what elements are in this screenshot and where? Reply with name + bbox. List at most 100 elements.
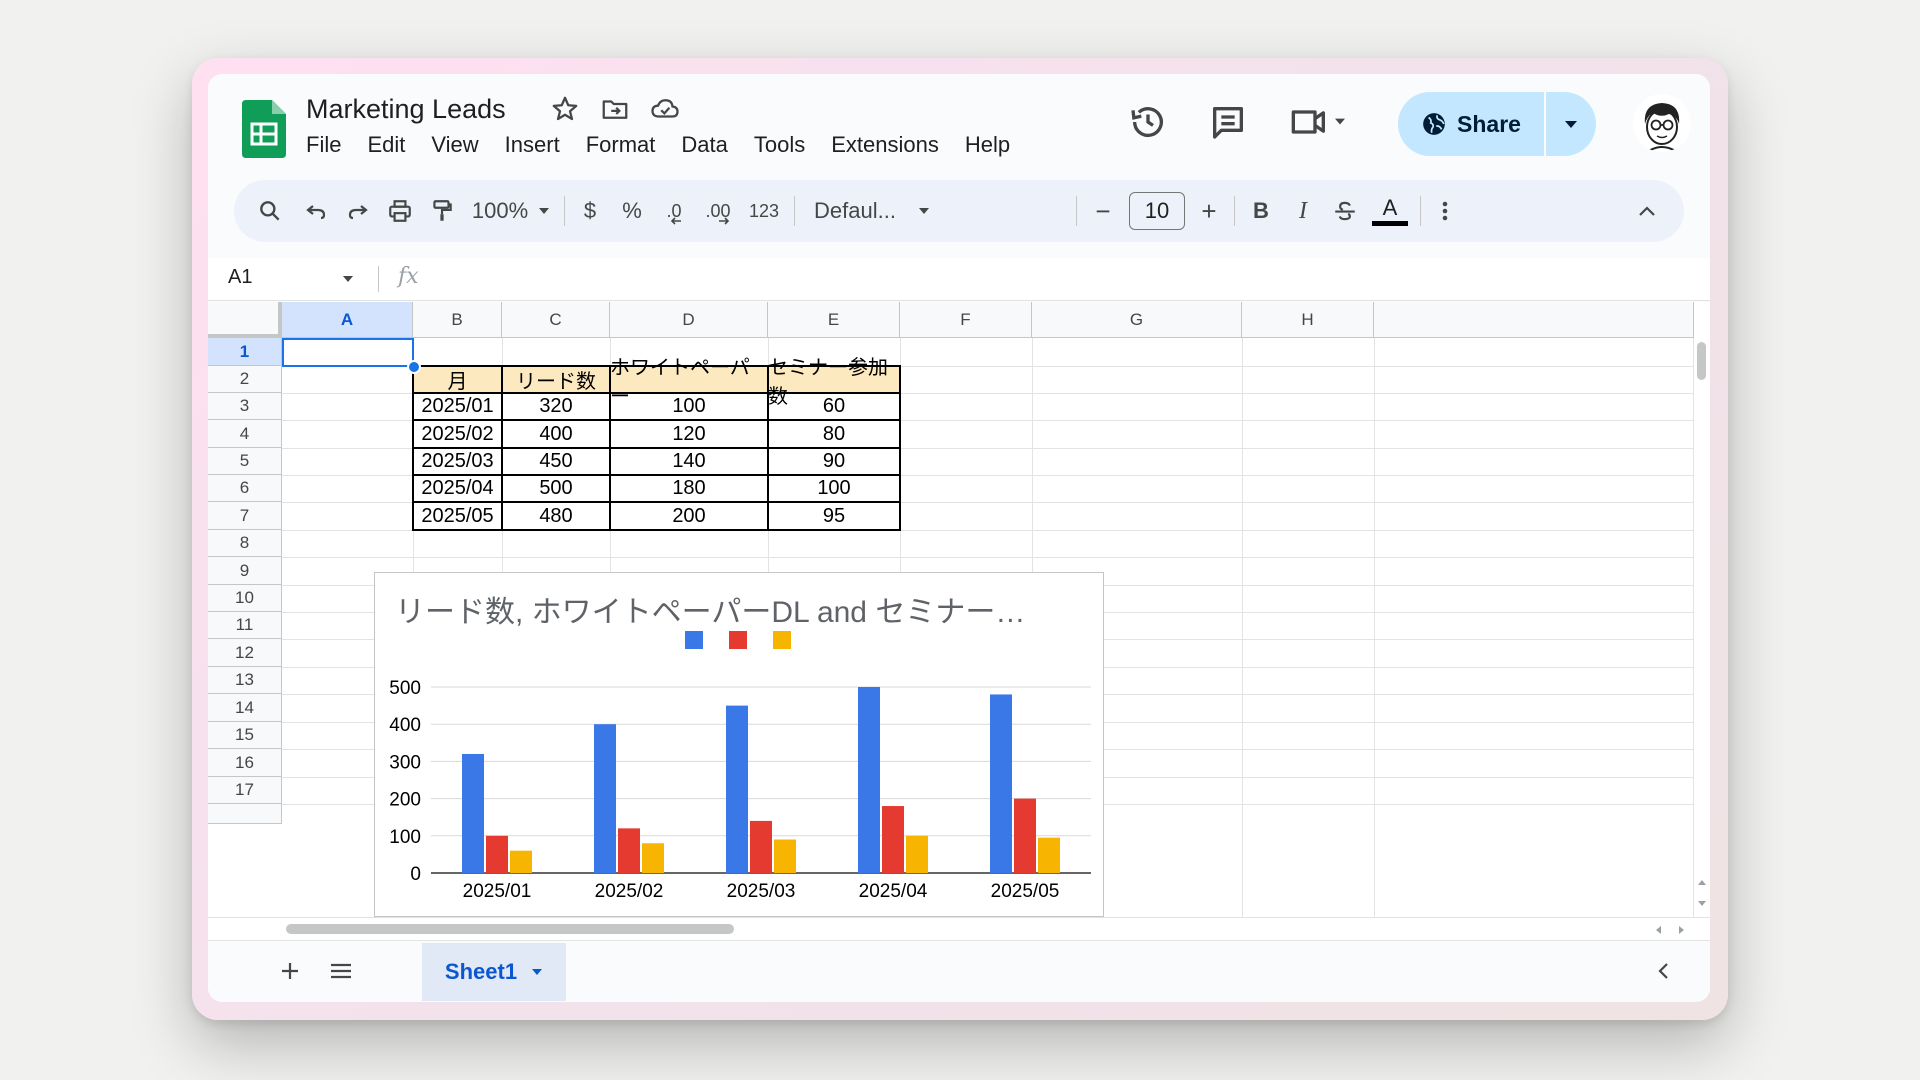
table-cell[interactable]: 90 bbox=[768, 448, 900, 475]
caret-down-icon[interactable] bbox=[342, 275, 354, 283]
table-cell[interactable]: 2025/04 bbox=[413, 475, 502, 502]
caret-down-icon[interactable] bbox=[531, 968, 543, 976]
horizontal-scroll-thumb[interactable] bbox=[286, 924, 734, 934]
table-cell[interactable]: 450 bbox=[502, 448, 610, 475]
scroll-left-icon[interactable] bbox=[1654, 925, 1662, 935]
table-cell[interactable]: 80 bbox=[768, 420, 900, 448]
selected-cell-a1[interactable] bbox=[282, 338, 414, 367]
fill-handle[interactable] bbox=[407, 360, 421, 374]
row-header-10[interactable]: 10 bbox=[208, 585, 282, 612]
row-header-2[interactable]: 2 bbox=[208, 366, 282, 393]
menu-file[interactable]: File bbox=[306, 132, 354, 158]
horizontal-scrollbar[interactable] bbox=[208, 917, 1710, 940]
column-header-h[interactable]: H bbox=[1242, 302, 1374, 338]
scroll-up-icon[interactable] bbox=[1697, 878, 1707, 886]
row-header-1[interactable]: 1 bbox=[208, 338, 282, 366]
embedded-chart[interactable]: リード数, ホワイトペーパーDL and セミナー… 0 100 200 300 400… bbox=[374, 572, 1104, 917]
column-header-f[interactable]: F bbox=[900, 302, 1032, 338]
version-history-icon[interactable] bbox=[1128, 102, 1168, 142]
spreadsheet-grid[interactable]: A B C D E F G H 1 2 3 4 5 6 7 8 9 10 11 … bbox=[208, 302, 1710, 917]
row-header-12[interactable]: 12 bbox=[208, 639, 282, 667]
table-header-cell[interactable]: 月 bbox=[413, 366, 502, 393]
table-cell[interactable]: 480 bbox=[502, 502, 610, 530]
bold-button[interactable]: B bbox=[1246, 180, 1276, 242]
table-cell[interactable]: 100 bbox=[610, 393, 768, 420]
print-button[interactable] bbox=[384, 180, 416, 242]
font-size-input[interactable]: 10 bbox=[1129, 192, 1185, 230]
table-cell[interactable]: 140 bbox=[610, 448, 768, 475]
column-header-d[interactable]: D bbox=[610, 302, 768, 338]
table-header-cell[interactable]: セミナー参加数 bbox=[768, 357, 900, 408]
row-header-8[interactable]: 8 bbox=[208, 530, 282, 557]
column-header-b[interactable]: B bbox=[413, 302, 502, 338]
row-header-13[interactable]: 13 bbox=[208, 667, 282, 694]
table-header-cell[interactable]: リード数 bbox=[502, 366, 610, 393]
add-sheet-icon[interactable] bbox=[278, 959, 302, 983]
more-formats-button[interactable]: 123 bbox=[744, 180, 784, 242]
row-header-15[interactable]: 15 bbox=[208, 722, 282, 749]
table-cell[interactable]: 500 bbox=[502, 475, 610, 502]
name-box[interactable]: A1 bbox=[228, 266, 252, 289]
column-header-c[interactable]: C bbox=[502, 302, 610, 338]
column-header-g[interactable]: G bbox=[1032, 302, 1242, 338]
star-icon[interactable] bbox=[550, 94, 580, 124]
chevron-left-icon[interactable] bbox=[1656, 961, 1670, 981]
table-cell[interactable]: 100 bbox=[768, 475, 900, 502]
percent-format-button[interactable]: % bbox=[616, 180, 648, 242]
increase-decimal-button[interactable]: .00 bbox=[698, 180, 738, 242]
meet-icon[interactable] bbox=[1288, 102, 1352, 142]
undo-button[interactable] bbox=[300, 180, 332, 242]
scroll-right-icon[interactable] bbox=[1678, 925, 1686, 935]
all-sheets-icon[interactable] bbox=[328, 959, 354, 983]
vertical-scrollbar[interactable] bbox=[1693, 338, 1710, 917]
table-cell[interactable]: 200 bbox=[610, 502, 768, 530]
table-cell[interactable]: 2025/02 bbox=[413, 420, 502, 448]
share-dropdown-button[interactable] bbox=[1546, 92, 1596, 156]
vertical-scroll-thumb[interactable] bbox=[1697, 342, 1706, 380]
table-cell[interactable]: 2025/05 bbox=[413, 502, 502, 530]
select-all-corner[interactable] bbox=[208, 302, 282, 338]
row-header-3[interactable]: 3 bbox=[208, 393, 282, 420]
zoom-select[interactable]: 100% bbox=[466, 180, 556, 242]
more-options-button[interactable] bbox=[1430, 180, 1460, 242]
sheet-tab-sheet1[interactable]: Sheet1 bbox=[422, 943, 566, 1001]
menu-view[interactable]: View bbox=[431, 132, 491, 158]
font-select[interactable]: Defaul... bbox=[804, 180, 944, 242]
table-cell[interactable]: 320 bbox=[502, 393, 610, 420]
text-color-button[interactable]: A bbox=[1370, 180, 1410, 242]
row-header-18[interactable] bbox=[208, 804, 282, 824]
menu-tools[interactable]: Tools bbox=[754, 132, 818, 158]
search-menus-button[interactable] bbox=[254, 180, 286, 242]
row-header-9[interactable]: 9 bbox=[208, 557, 282, 585]
table-cell[interactable]: 120 bbox=[610, 420, 768, 448]
row-header-16[interactable]: 16 bbox=[208, 749, 282, 777]
formula-input[interactable] bbox=[438, 258, 1698, 300]
menu-help[interactable]: Help bbox=[965, 132, 1023, 158]
menu-extensions[interactable]: Extensions bbox=[831, 132, 952, 158]
table-cell[interactable]: 2025/01 bbox=[413, 393, 502, 420]
column-header-a[interactable]: A bbox=[282, 302, 413, 338]
table-cell[interactable]: 180 bbox=[610, 475, 768, 502]
row-header-4[interactable]: 4 bbox=[208, 420, 282, 448]
decrease-font-size-button[interactable]: − bbox=[1088, 180, 1118, 242]
italic-button[interactable]: I bbox=[1288, 180, 1318, 242]
increase-font-size-button[interactable]: + bbox=[1194, 180, 1224, 242]
menu-edit[interactable]: Edit bbox=[367, 132, 418, 158]
strikethrough-button[interactable] bbox=[1330, 180, 1360, 242]
scroll-down-icon[interactable] bbox=[1697, 900, 1707, 908]
comments-icon[interactable] bbox=[1208, 102, 1248, 142]
collapse-toolbar-button[interactable] bbox=[1632, 180, 1662, 242]
share-button[interactable]: Share bbox=[1398, 92, 1544, 156]
row-header-17[interactable]: 17 bbox=[208, 777, 282, 804]
menu-insert[interactable]: Insert bbox=[505, 132, 573, 158]
document-title[interactable]: Marketing Leads bbox=[306, 94, 506, 125]
decrease-decimal-button[interactable]: .0 bbox=[656, 180, 692, 242]
row-header-14[interactable]: 14 bbox=[208, 694, 282, 722]
row-header-5[interactable]: 5 bbox=[208, 448, 282, 475]
redo-button[interactable] bbox=[342, 180, 374, 242]
row-header-6[interactable]: 6 bbox=[208, 475, 282, 502]
row-header-7[interactable]: 7 bbox=[208, 502, 282, 530]
table-cell[interactable]: 2025/03 bbox=[413, 448, 502, 475]
table-cell[interactable]: 60 bbox=[768, 393, 900, 420]
table-header-cell[interactable]: ホワイトペーパー bbox=[610, 357, 768, 408]
